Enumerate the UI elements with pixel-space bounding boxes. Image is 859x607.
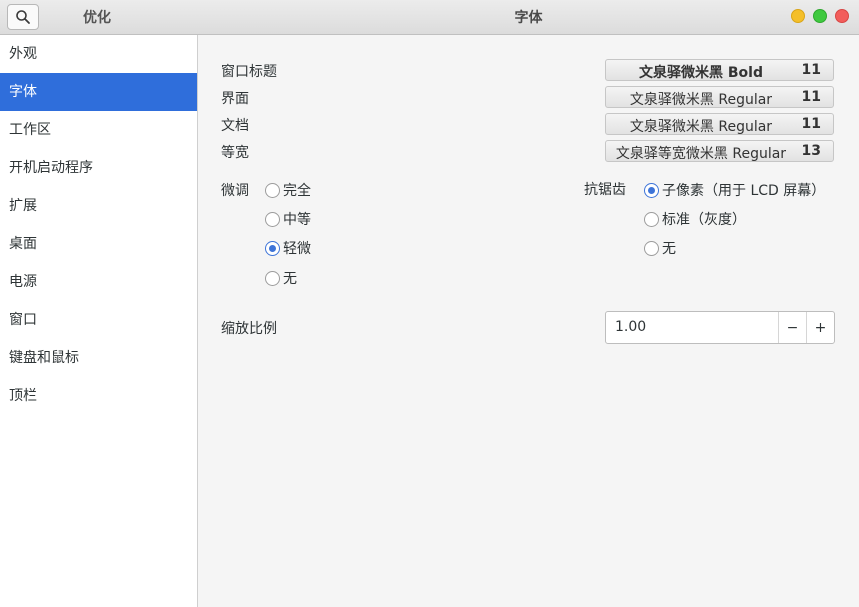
radio-indicator-selected: [644, 182, 659, 198]
search-icon: [16, 10, 30, 24]
minimize-button[interactable]: [791, 9, 805, 23]
antialiasing-option-none[interactable]: 无: [644, 238, 676, 258]
radio-indicator: [644, 211, 659, 227]
font-size: 11: [801, 116, 821, 132]
monospace-font-button[interactable]: 文泉驿等宽微米黑 Regular 13: [605, 140, 834, 162]
antialiasing-label: 抗锯齿: [584, 182, 626, 198]
radio-label: 无: [283, 271, 297, 287]
radio-label: 中等: [283, 212, 311, 228]
font-name: 文泉驿微米黑 Regular: [629, 119, 773, 135]
font-size: 11: [801, 62, 821, 78]
sidebar: 外观 字体 工作区 开机启动程序 扩展 桌面 电源 窗口 键盘和鼠标 顶栏: [0, 35, 198, 607]
sidebar-item-fonts[interactable]: 字体: [0, 73, 197, 111]
radio-label: 子像素（用于 LCD 屏幕）: [662, 183, 826, 199]
hinting-option-none[interactable]: 无: [265, 268, 297, 288]
antialiasing-option-subpixel[interactable]: 子像素（用于 LCD 屏幕）: [644, 180, 825, 200]
sidebar-item-extensions[interactable]: 扩展: [0, 187, 197, 225]
sidebar-item-appearance[interactable]: 外观: [0, 35, 197, 73]
font-size: 13: [801, 143, 821, 159]
sidebar-item-workspaces[interactable]: 工作区: [0, 111, 197, 149]
radio-label: 标准（灰度）: [662, 212, 746, 228]
plus-icon: +: [814, 319, 827, 336]
increase-button[interactable]: +: [806, 312, 834, 343]
maximize-button[interactable]: [813, 9, 827, 23]
radio-indicator: [644, 240, 659, 256]
scaling-factor-value[interactable]: 1.00: [615, 319, 646, 335]
minus-icon: −: [786, 319, 799, 336]
antialiasing-option-standard[interactable]: 标准（灰度）: [644, 209, 746, 229]
document-font-label: 文档: [221, 118, 249, 134]
radio-indicator: [265, 182, 280, 198]
close-button[interactable]: [835, 9, 849, 23]
hinting-option-medium[interactable]: 中等: [265, 209, 311, 229]
radio-indicator-selected: [265, 240, 280, 256]
hinting-option-slight[interactable]: 轻微: [265, 238, 311, 258]
font-name: 文泉驿微米黑 Bold: [639, 65, 763, 81]
sidebar-item-windows[interactable]: 窗口: [0, 301, 197, 339]
hinting-label: 微调: [221, 183, 249, 199]
interface-font-button[interactable]: 文泉驿微米黑 Regular 11: [605, 86, 834, 108]
hinting-option-full[interactable]: 完全: [265, 180, 311, 200]
sidebar-title: 优化: [83, 10, 111, 26]
search-button[interactable]: [7, 4, 39, 30]
decrease-button[interactable]: −: [778, 312, 806, 343]
window-title-font-label: 窗口标题: [221, 64, 277, 80]
interface-font-label: 界面: [221, 91, 249, 107]
sidebar-item-startup-apps[interactable]: 开机启动程序: [0, 149, 197, 187]
scaling-factor-spinbutton: 1.00 − +: [605, 311, 835, 344]
window-title-font-button[interactable]: 文泉驿微米黑 Bold 11: [605, 59, 834, 81]
radio-label: 轻微: [283, 241, 311, 257]
sidebar-item-top-bar[interactable]: 顶栏: [0, 377, 197, 415]
header-bar: 优化 字体: [0, 0, 859, 35]
document-font-button[interactable]: 文泉驿微米黑 Regular 11: [605, 113, 834, 135]
radio-label: 无: [662, 241, 676, 257]
fonts-panel: 窗口标题 文泉驿微米黑 Bold 11 界面 文泉驿微米黑 Regular 11…: [199, 35, 859, 607]
scaling-factor-label: 缩放比例: [221, 321, 277, 337]
monospace-font-label: 等宽: [221, 145, 249, 161]
font-name: 文泉驿微米黑 Regular: [629, 92, 773, 108]
radio-indicator: [265, 211, 280, 227]
sidebar-item-keyboard-mouse[interactable]: 键盘和鼠标: [0, 339, 197, 377]
window-title: 字体: [514, 10, 543, 26]
sidebar-item-desktop[interactable]: 桌面: [0, 225, 197, 263]
radio-label: 完全: [283, 183, 311, 199]
font-name: 文泉驿等宽微米黑 Regular: [615, 146, 787, 162]
sidebar-item-power[interactable]: 电源: [0, 263, 197, 301]
radio-indicator: [265, 270, 280, 286]
font-size: 11: [801, 89, 821, 105]
